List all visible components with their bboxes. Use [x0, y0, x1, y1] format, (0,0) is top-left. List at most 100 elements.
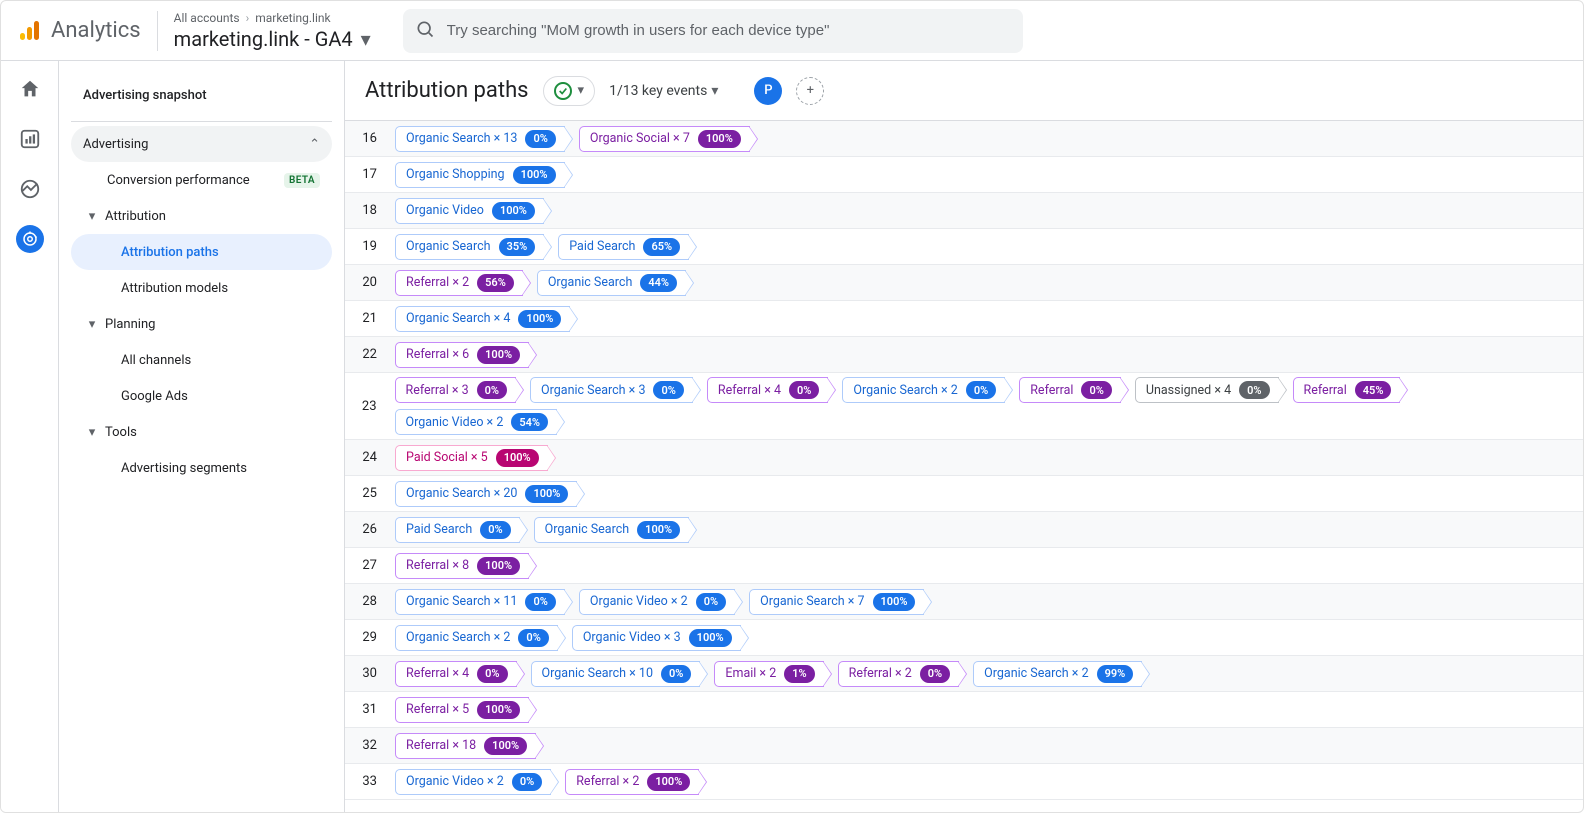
channel-chip[interactable]: Organic Search × 30%: [530, 377, 693, 403]
channel-chip[interactable]: Referral × 5100%: [395, 697, 529, 723]
channel-chip[interactable]: Organic Search44%: [537, 270, 686, 296]
table-row[interactable]: 33Organic Video × 20% Referral × 2100%: [345, 764, 1583, 800]
channel-chip[interactable]: Referral × 18100%: [395, 733, 536, 759]
table-row[interactable]: 20Referral × 256%Organic Search44%: [345, 265, 1583, 301]
channel-chip[interactable]: Referral45%: [1293, 377, 1401, 403]
reports-icon[interactable]: [16, 125, 44, 153]
channel-chip[interactable]: Paid Search 0%: [395, 517, 520, 543]
channel-chip[interactable]: Referral × 256%: [395, 270, 523, 296]
chip-label: Organic Search × 2: [984, 666, 1088, 681]
chip-percentage: 0%: [696, 593, 726, 611]
chip-percentage: 100%: [484, 737, 527, 755]
row-index: 33: [345, 774, 395, 789]
channel-chip[interactable]: Organic Video × 3100%: [572, 625, 741, 651]
table-row[interactable]: 21Organic Search × 4100%: [345, 301, 1583, 337]
channel-chip[interactable]: Paid Search65%: [558, 234, 689, 260]
channel-chip[interactable]: Email × 21%: [714, 661, 823, 687]
channel-chip[interactable]: Organic Search × 4100%: [395, 306, 570, 332]
key-events-selector[interactable]: 1/13 key events ▾: [609, 83, 718, 99]
channel-chip[interactable]: Organic Video × 20%: [395, 769, 551, 795]
table-row[interactable]: 22Referral × 6100%: [345, 337, 1583, 373]
sidebar-advertising-snapshot[interactable]: Advertising snapshot: [71, 77, 332, 113]
table-row[interactable]: 27Referral × 8100%: [345, 548, 1583, 584]
row-index: 19: [345, 239, 395, 254]
sidebar-item-google-ads[interactable]: Google Ads: [71, 378, 332, 414]
search-box[interactable]: [403, 9, 1023, 53]
chip-label: Organic Search × 7: [760, 594, 864, 609]
sidebar-item-advertising-segments[interactable]: Advertising segments: [71, 450, 332, 486]
chip-label: Referral × 3: [406, 383, 469, 398]
sidebar-item-attribution[interactable]: ▾ Attribution: [71, 198, 332, 234]
channel-chip[interactable]: Organic Shopping100%: [395, 162, 565, 188]
status-pill[interactable]: ▾: [543, 76, 596, 106]
table-row[interactable]: 24Paid Social × 5100%: [345, 440, 1583, 476]
channel-chip[interactable]: Referral × 30%: [395, 377, 517, 403]
sidebar-group-advertising[interactable]: Advertising ⌃: [71, 126, 332, 162]
table-row[interactable]: 16Organic Search × 130%Organic Social × …: [345, 121, 1583, 157]
chip-label: Paid Search: [406, 522, 472, 537]
channel-chip[interactable]: Organic Search × 20%: [842, 377, 1005, 403]
channel-chip[interactable]: Referral0%: [1019, 377, 1121, 403]
row-index: 17: [345, 167, 395, 182]
table-row[interactable]: 17Organic Shopping100%: [345, 157, 1583, 193]
path-chips: Referral × 6100%: [395, 342, 543, 368]
sidebar-item-planning[interactable]: ▾ Planning: [71, 306, 332, 342]
table-row[interactable]: 25Organic Search × 20100%: [345, 476, 1583, 512]
product-logo[interactable]: Analytics: [17, 18, 141, 43]
table-row[interactable]: 29Organic Search × 20%Organic Video × 31…: [345, 620, 1583, 656]
channel-chip[interactable]: Organic Search × 130%: [395, 126, 565, 152]
channel-chip[interactable]: Referral × 6100%: [395, 342, 529, 368]
table-row[interactable]: 23Referral × 30%Organic Search × 30%Refe…: [345, 373, 1583, 440]
property-selector[interactable]: All accounts › marketing.link marketing.…: [157, 11, 371, 51]
chip-label: Organic Video × 2: [590, 594, 688, 609]
channel-chip[interactable]: Referral × 2100%: [565, 769, 699, 795]
chip-percentage: 100%: [525, 485, 568, 503]
channel-chip[interactable]: Unassigned × 40%: [1135, 377, 1279, 403]
sidebar-item-attribution-paths[interactable]: Attribution paths: [71, 234, 332, 270]
channel-chip[interactable]: Organic Search × 20100%: [395, 481, 577, 507]
channel-chip[interactable]: Referral × 40%: [395, 661, 517, 687]
channel-chip[interactable]: Referral × 20%: [838, 661, 960, 687]
table-row[interactable]: 19Organic Search35% Paid Search65%: [345, 229, 1583, 265]
chip-percentage: 1%: [784, 665, 814, 683]
breadcrumb-property[interactable]: marketing.link: [255, 11, 330, 25]
chip-percentage: 54%: [511, 413, 548, 431]
channel-chip[interactable]: Organic Search × 100%: [531, 661, 701, 687]
channel-chip[interactable]: Organic Search100%: [534, 517, 690, 543]
advertising-icon[interactable]: [16, 225, 44, 253]
table-row[interactable]: 30Referral × 40%Organic Search × 100%Ema…: [345, 656, 1583, 692]
home-icon[interactable]: [16, 75, 44, 103]
search-input[interactable]: [445, 21, 1011, 40]
table-row[interactable]: 28Organic Search × 110%Organic Video × 2…: [345, 584, 1583, 620]
caret-down-icon[interactable]: ▾: [361, 27, 371, 51]
channel-chip[interactable]: Organic Video × 2 0%: [579, 589, 735, 615]
channel-chip[interactable]: Organic Social × 7100%: [579, 126, 750, 152]
sidebar-item-tools[interactable]: ▾ Tools: [71, 414, 332, 450]
channel-chip[interactable]: Organic Search × 20%: [395, 625, 558, 651]
table-row[interactable]: 31Referral × 5100%: [345, 692, 1583, 728]
table-row[interactable]: 32Referral × 18100%: [345, 728, 1583, 764]
channel-chip[interactable]: Organic Video × 254%: [395, 409, 558, 435]
path-chips: Organic Search × 110% Organic Video × 2 0%…: [395, 589, 938, 615]
explore-icon[interactable]: [16, 175, 44, 203]
chip-label: Organic Video × 2: [406, 774, 504, 789]
breadcrumb-accounts[interactable]: All accounts: [174, 11, 240, 25]
sidebar-item-attribution-models[interactable]: Attribution models: [71, 270, 332, 306]
sidebar-item-all-channels[interactable]: All channels: [71, 342, 332, 378]
channel-chip[interactable]: Organic Search35%: [395, 234, 544, 260]
add-comparison-button[interactable]: +: [796, 77, 824, 105]
sidebar-item-conversion-performance[interactable]: Conversion performance BETA: [71, 162, 332, 198]
channel-chip[interactable]: Organic Search × 7100%: [749, 589, 924, 615]
channel-chip[interactable]: Referral × 40%: [707, 377, 829, 403]
chip-percentage: 100%: [496, 449, 539, 467]
paths-table[interactable]: 16Organic Search × 130%Organic Social × …: [345, 121, 1583, 812]
table-row[interactable]: 18Organic Video100%: [345, 193, 1583, 229]
channel-chip[interactable]: Referral × 8100%: [395, 553, 529, 579]
chip-percentage: 0%: [480, 521, 510, 539]
channel-chip[interactable]: Organic Search × 110%: [395, 589, 565, 615]
channel-chip[interactable]: Paid Social × 5100%: [395, 445, 548, 471]
channel-chip[interactable]: Organic Video100%: [395, 198, 544, 224]
table-row[interactable]: 26Paid Search0%Organic Search100%: [345, 512, 1583, 548]
channel-chip[interactable]: Organic Search × 299%: [973, 661, 1142, 687]
comparison-avatar[interactable]: P: [754, 77, 782, 105]
